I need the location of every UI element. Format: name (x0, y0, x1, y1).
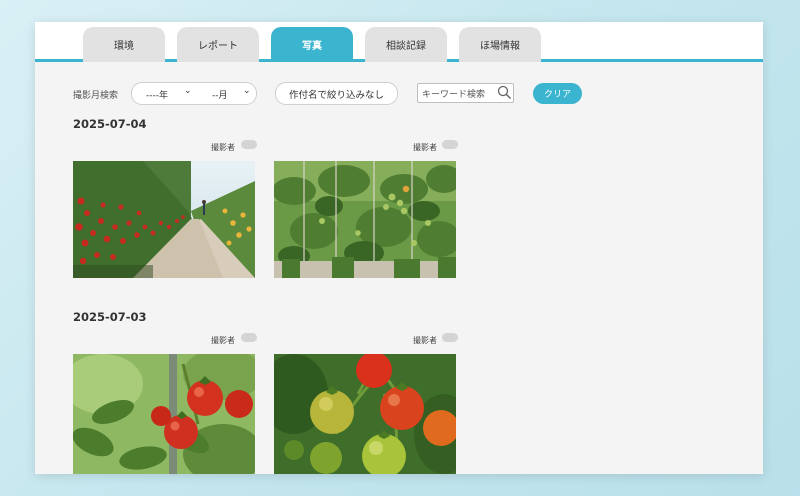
crop-filter-button[interactable]: 作付名で絞り込みなし (275, 82, 398, 105)
photographer-label: 撮影者 (211, 143, 235, 152)
date-heading: 2025-07-03 (73, 310, 147, 324)
photo-thumbnail[interactable] (73, 354, 255, 474)
app-window: 環境 レポート 写真 相談記録 ほ場情報 撮影月検索 ----年 ⌄ --月 ⌄… (35, 22, 763, 474)
search-icon[interactable] (497, 85, 512, 104)
month-select[interactable]: --月 (212, 88, 228, 101)
shooting-month-label: 撮影月検索 (73, 91, 119, 101)
tab-environment[interactable]: 環境 (83, 27, 165, 62)
tab-label: 写真 (302, 41, 322, 52)
photographer-label: 撮影者 (211, 336, 235, 345)
tab-label: レポート (198, 41, 238, 52)
tab-label: 相談記録 (386, 41, 426, 52)
photographer-name (442, 333, 458, 342)
photographer-label: 撮影者 (413, 143, 437, 152)
tab-consultation-records[interactable]: 相談記録 (365, 27, 447, 62)
chevron-down-icon: ⌄ (184, 86, 192, 96)
tab-label: 環境 (114, 41, 134, 52)
photo-thumbnail[interactable] (274, 354, 456, 474)
photographer-label: 撮影者 (413, 336, 437, 345)
tab-label: ほ場情報 (480, 41, 520, 52)
clear-button[interactable]: クリア (533, 83, 582, 104)
chevron-down-icon: ⌄ (243, 86, 251, 96)
tab-report[interactable]: レポート (177, 27, 259, 62)
tab-field-info[interactable]: ほ場情報 (459, 27, 541, 62)
photographer-name (241, 333, 257, 342)
photo-thumbnail[interactable] (274, 161, 456, 278)
date-heading: 2025-07-04 (73, 117, 147, 131)
photographer-name (241, 140, 257, 149)
year-select[interactable]: ----年 (146, 88, 168, 101)
tab-photos[interactable]: 写真 (271, 27, 353, 62)
month-filter-select: ----年 ⌄ --月 ⌄ (131, 82, 257, 105)
photographer-name (442, 140, 458, 149)
photo-thumbnail[interactable] (73, 161, 255, 278)
tab-bar: 環境 レポート 写真 相談記録 ほ場情報 (35, 22, 763, 62)
